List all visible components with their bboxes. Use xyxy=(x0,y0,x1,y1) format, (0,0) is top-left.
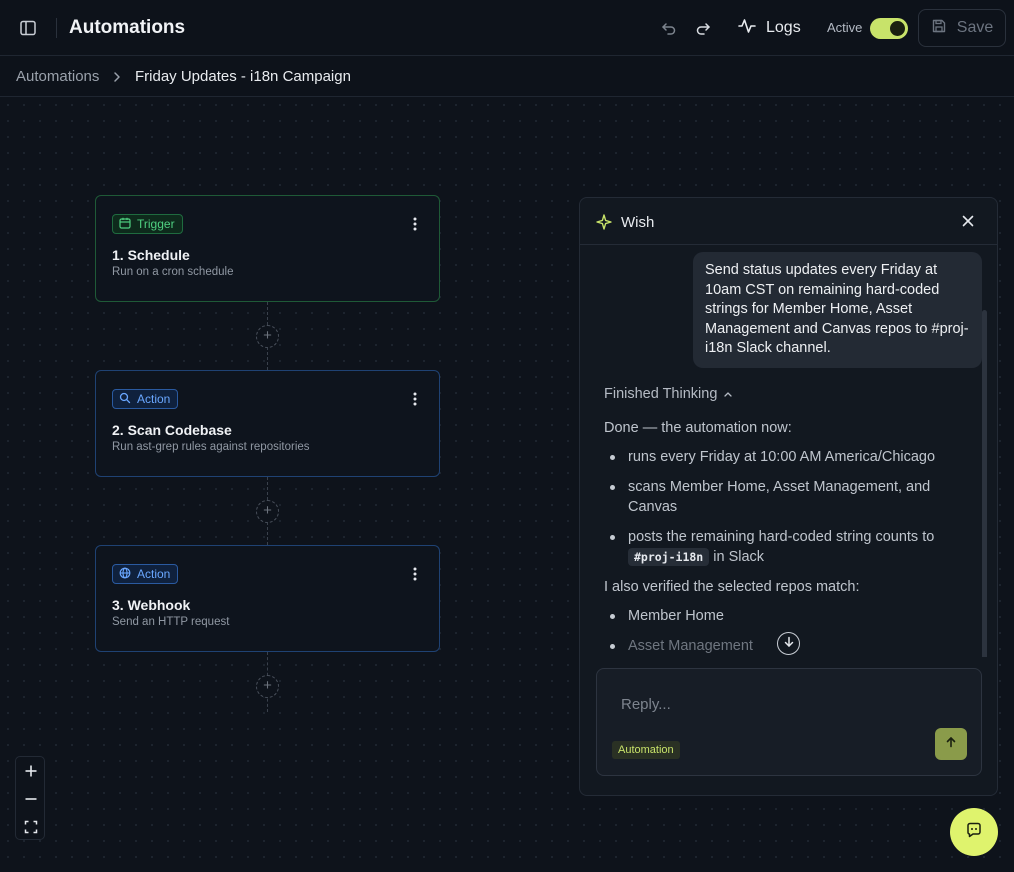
wish-header: Wish xyxy=(580,198,997,245)
page-title: Automations xyxy=(69,17,186,38)
reply-input[interactable] xyxy=(597,669,917,739)
top-bar: Automations Logs Active Save xyxy=(0,0,1014,56)
node-badge-label: Action xyxy=(137,392,171,406)
assistant-fab-button[interactable] xyxy=(950,808,998,856)
fit-view-icon[interactable] xyxy=(16,813,46,841)
more-vertical-icon[interactable] xyxy=(413,217,417,231)
redo-icon[interactable] xyxy=(693,18,713,38)
node-subtitle: Run ast-grep rules against repositories xyxy=(112,441,310,453)
zoom-in-icon[interactable] xyxy=(16,757,46,785)
sidebar-toggle-icon[interactable] xyxy=(18,18,38,38)
save-icon xyxy=(931,18,947,39)
arrow-up-icon xyxy=(945,735,957,753)
sparkle-icon xyxy=(596,214,612,230)
divider xyxy=(56,18,57,38)
logs-button[interactable]: Logs xyxy=(738,14,801,42)
active-toggle[interactable] xyxy=(870,18,908,39)
active-label: Active xyxy=(827,20,863,35)
calendar-icon xyxy=(119,217,131,232)
scroll-to-bottom-button[interactable] xyxy=(777,632,800,655)
workflow-node-webhook[interactable]: Action 3. Webhook Send an HTTP request xyxy=(95,545,440,652)
list-item-text: in Slack xyxy=(713,549,765,565)
globe-icon xyxy=(119,567,131,582)
chat-messages[interactable]: Send status updates every Friday at 10am… xyxy=(580,246,997,657)
close-icon[interactable] xyxy=(961,214,975,228)
node-title: 3. Webhook xyxy=(112,597,191,613)
chevron-right-icon xyxy=(112,70,122,84)
toggle-knob xyxy=(890,21,905,36)
reply-composer: Automation xyxy=(596,668,982,776)
thinking-label: Finished Thinking xyxy=(604,386,718,402)
context-chip[interactable]: Automation xyxy=(612,741,680,759)
save-label: Save xyxy=(956,19,994,36)
more-vertical-icon[interactable] xyxy=(413,392,417,406)
workflow-node-scan-codebase[interactable]: Action 2. Scan Codebase Run ast-grep rul… xyxy=(95,370,440,477)
wish-title: Wish xyxy=(621,214,655,231)
add-step-button[interactable]: + xyxy=(256,675,279,698)
chat-scrollbar[interactable] xyxy=(982,310,987,657)
node-subtitle: Run on a cron schedule xyxy=(112,266,234,278)
assistant-verify-text: I also verified the selected repos match… xyxy=(604,579,860,595)
search-icon xyxy=(119,392,131,407)
list-item-text: posts the remaining hard-coded string co… xyxy=(628,528,935,545)
list-item: runs every Friday at 10:00 AM America/Ch… xyxy=(604,447,954,468)
more-vertical-icon[interactable] xyxy=(413,567,417,581)
send-button[interactable] xyxy=(935,728,967,760)
node-badge-label: Trigger xyxy=(137,217,175,231)
node-type-badge: Action xyxy=(112,389,179,409)
assistant-reply-list: runs every Friday at 10:00 AM America/Ch… xyxy=(604,447,954,577)
zoom-controls xyxy=(15,756,45,840)
add-step-button[interactable]: + xyxy=(256,500,279,523)
node-title: 2. Scan Codebase xyxy=(112,422,232,438)
node-title: 1. Schedule xyxy=(112,247,190,263)
wish-chat-panel: Wish Send status updates every Friday at… xyxy=(579,197,998,796)
arrow-down-icon xyxy=(783,635,795,653)
activity-icon xyxy=(738,17,756,40)
add-step-button[interactable]: + xyxy=(256,325,279,348)
node-subtitle: Send an HTTP request xyxy=(112,616,230,628)
logs-label: Logs xyxy=(766,19,801,36)
list-item: Member Home xyxy=(604,606,954,627)
workflow-node-schedule[interactable]: Trigger 1. Schedule Run on a cron schedu… xyxy=(95,195,440,302)
save-button[interactable]: Save xyxy=(918,9,1006,47)
node-type-badge: Action xyxy=(112,564,179,584)
bot-chat-icon xyxy=(965,821,983,844)
chevron-up-icon xyxy=(723,386,733,402)
undo-icon[interactable] xyxy=(659,18,679,38)
channel-code: #proj-i18n xyxy=(628,548,710,566)
node-badge-label: Action xyxy=(137,567,171,581)
breadcrumb-current: Friday Updates - i18n Campaign xyxy=(135,68,351,85)
user-message: Send status updates every Friday at 10am… xyxy=(693,252,982,368)
zoom-out-icon[interactable] xyxy=(16,785,46,813)
list-item: scans Member Home, Asset Management, and… xyxy=(604,477,954,518)
thinking-toggle[interactable]: Finished Thinking xyxy=(604,386,733,402)
breadcrumb: Automations Friday Updates - i18n Campai… xyxy=(0,56,1014,97)
assistant-reply-intro: Done — the automation now: xyxy=(604,420,792,436)
breadcrumb-automations-link[interactable]: Automations xyxy=(16,68,99,85)
list-item: posts the remaining hard-coded string co… xyxy=(604,527,954,568)
node-type-badge: Trigger xyxy=(112,214,183,234)
